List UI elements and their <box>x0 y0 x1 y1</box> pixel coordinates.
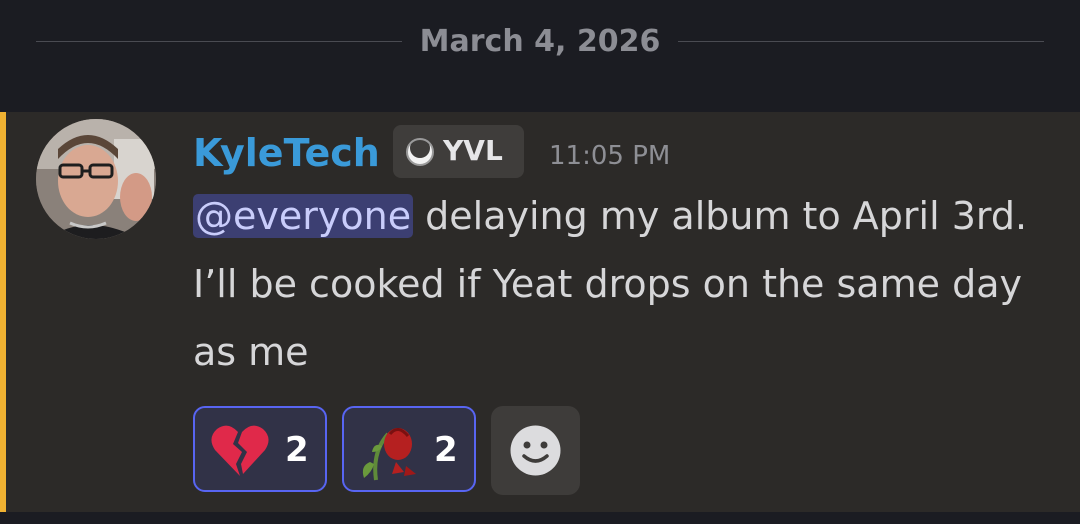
mention-highlight-bar <box>0 112 6 512</box>
message-timestamp: 11:05 PM <box>549 141 671 171</box>
divider-date: March 4, 2026 <box>419 24 661 59</box>
add-reaction-button[interactable] <box>491 406 580 495</box>
divider-line-right <box>678 41 1044 42</box>
moon-icon <box>406 138 434 166</box>
avatar[interactable] <box>36 119 156 239</box>
reaction-broken-heart[interactable]: 2 <box>193 406 327 492</box>
smiley-icon <box>510 425 561 476</box>
reaction-count: 2 <box>285 430 309 470</box>
message-content: @everyone delaying my album to April 3rd… <box>193 182 1043 386</box>
reaction-wilted-rose[interactable]: 2 <box>342 406 476 492</box>
author-username[interactable]: KyleTech <box>193 130 380 176</box>
clan-tag-label: YVL <box>443 134 503 167</box>
message: KyleTech YVL 11:05 PM @everyone delaying… <box>0 112 1080 512</box>
date-divider: March 4, 2026 <box>0 0 1080 112</box>
avatar-image <box>36 119 156 239</box>
wilted-rose-icon <box>362 428 416 481</box>
divider-line-left <box>36 41 402 42</box>
clan-tag[interactable]: YVL <box>393 125 524 178</box>
everyone-mention[interactable]: @everyone <box>193 194 414 238</box>
bottom-strip <box>0 512 1080 524</box>
reaction-count: 2 <box>434 430 458 470</box>
broken-heart-icon <box>211 425 269 476</box>
